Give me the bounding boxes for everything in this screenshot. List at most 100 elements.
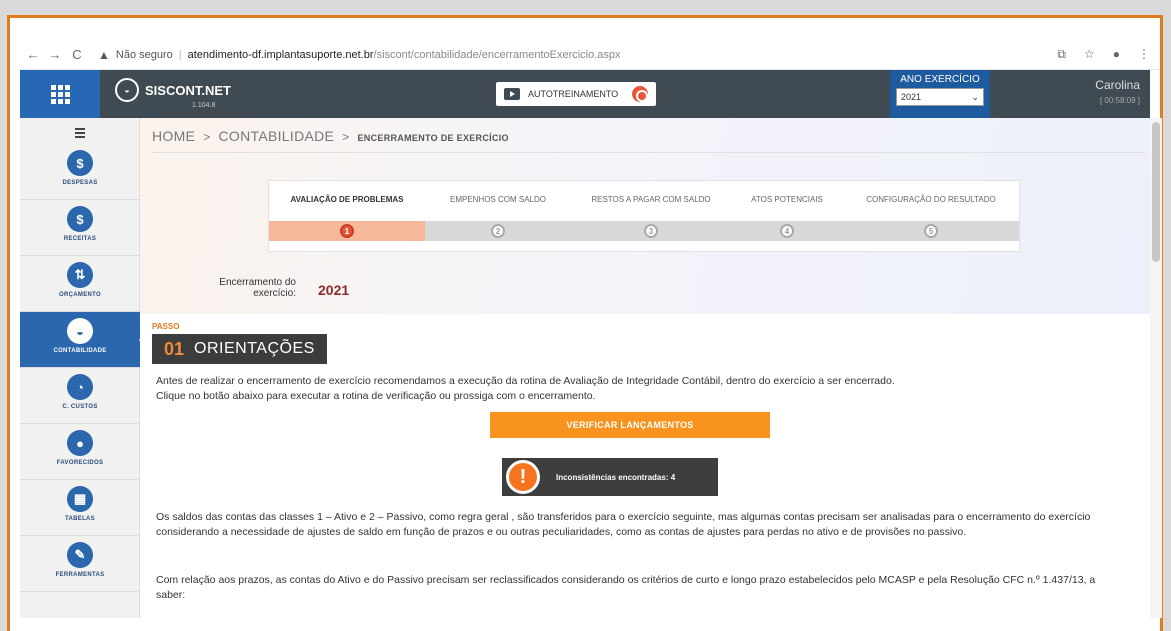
autotreinamento-button[interactable]: AUTOTREINAMENTO: [496, 82, 656, 106]
notification-icon: [632, 86, 648, 102]
sidebar-item-tabelas[interactable]: ▦ TABELAS: [20, 480, 140, 536]
wizard-step-3[interactable]: RESTOS A PAGAR COM SALDO 3: [571, 181, 731, 251]
sidebar-item-label: CONTABILIDADE: [53, 348, 107, 354]
warning-icon: ▲: [98, 47, 110, 62]
play-icon: [504, 88, 520, 100]
url-host: atendimento-df.implantasuporte.net.br: [187, 48, 374, 61]
user-icon: ●: [67, 430, 93, 456]
wrench-icon: ✎: [67, 542, 93, 568]
verificar-lancamentos-button[interactable]: VERIFICAR LANÇAMENTOS: [490, 412, 770, 438]
sidebar-item-receitas[interactable]: $ RECEITAS: [20, 200, 140, 256]
sidebar-item-label: DESPESAS: [62, 180, 98, 186]
step-number: 01: [164, 338, 185, 359]
wizard-step-number: 5: [924, 224, 938, 238]
wizard-step-label: RESTOS A PAGAR COM SALDO: [591, 195, 711, 204]
wizard-step-label: AVALIAÇÃO DE PROBLEMAS: [290, 195, 404, 204]
app-name: SISCONT.NET: [145, 82, 231, 98]
ano-exercicio-select[interactable]: 2021 ⌄: [896, 88, 984, 106]
app-version: 1.104.8: [192, 102, 216, 109]
encerramento-label-line1: Encerramento do: [219, 277, 296, 288]
transfer-icon: ⇅: [67, 262, 93, 288]
more-menu-icon[interactable]: ⋮: [1138, 47, 1150, 62]
ano-exercicio-box: ANO EXERCÍCIO 2021 ⌄: [890, 70, 990, 118]
apps-grid-button[interactable]: [20, 70, 100, 118]
sidebar-item-label: RECEITAS: [63, 236, 97, 242]
profile-icon[interactable]: ●: [1113, 47, 1120, 62]
saldos-paragraph: Os saldos das contas das classes 1 – Ati…: [156, 511, 1091, 539]
sidebar-item-label: FAVORECIDOS: [56, 460, 104, 466]
app-topbar: ◒ SISCONT.NET 1.104.8 AUTOTREINAMENTO AN…: [20, 70, 1150, 118]
reload-icon[interactable]: C: [68, 47, 86, 62]
wizard-step-label: EMPENHOS COM SALDO: [449, 195, 546, 204]
ano-exercicio-value: 2021: [901, 92, 922, 102]
breadcrumb-current: ENCERRAMENTO DE EXERCÍCIO: [357, 133, 509, 143]
breadcrumb: HOME > CONTABILIDADE > ENCERRAMENTO DE E…: [152, 128, 509, 144]
sidebar-item-label: TABELAS: [65, 516, 95, 522]
logo-hand-icon: ◒: [115, 78, 139, 102]
encerramento-label-line2: exercício:: [253, 287, 296, 299]
app-logo[interactable]: ◒ SISCONT.NET: [115, 78, 231, 102]
breadcrumb-divider: [152, 152, 1146, 153]
encerramento-year: 2021: [318, 282, 350, 298]
inconsistencias-text: Inconsistências encontradas: 4: [556, 472, 676, 482]
security-label: Não seguro: [115, 48, 173, 61]
session-timer: [ 00:58:09 ]: [1099, 96, 1140, 105]
encerramento-label: Encerramento do exercício:: [196, 277, 296, 299]
inconsistencias-badge[interactable]: ! Inconsistências encontradas: 4: [502, 458, 718, 496]
url-path: /siscont/contabilidade/encerramentoExerc…: [373, 48, 621, 61]
sidebar-item-favorecidos[interactable]: ● FAVORECIDOS: [20, 424, 140, 480]
chevron-down-icon: ⌄: [971, 91, 979, 102]
sidebar-item-label: ORÇAMENTO: [59, 292, 101, 298]
table-icon: ▦: [67, 486, 93, 512]
wizard-step-1[interactable]: AVALIAÇÃO DE PROBLEMAS 1: [269, 181, 425, 251]
breadcrumb-separator: >: [342, 130, 350, 144]
wizard-step-number: 3: [644, 224, 658, 238]
share-icon[interactable]: ⧉: [1057, 47, 1066, 62]
bookmark-star-icon[interactable]: ☆: [1084, 47, 1095, 62]
back-icon[interactable]: ←: [24, 47, 42, 62]
money-icon: $: [67, 150, 93, 176]
scrollbar-thumb[interactable]: [1152, 122, 1160, 262]
money-icon: $: [67, 206, 93, 232]
sidebar-item-label: C. CUSTOS: [62, 404, 98, 410]
wizard-step-4[interactable]: ATOS POTENCIAIS 4: [731, 181, 843, 251]
sidebar-item-c-custos[interactable]: ◔ C. CUSTOS: [20, 368, 140, 424]
wizard-step-5[interactable]: CONFIGURAÇÃO DO RESULTADO 5: [843, 181, 1019, 251]
sidebar-item-ferramentas[interactable]: ✎ FERRAMENTAS: [20, 536, 140, 592]
section-title: ORIENTAÇÕES: [194, 340, 315, 357]
wizard-stepper: AVALIAÇÃO DE PROBLEMAS 1 EMPENHOS COM SALD…: [268, 180, 1020, 252]
sidebar-item-despesas[interactable]: $ DESPESAS: [20, 144, 140, 200]
user-info[interactable]: Carolina [ 00:58:09 ]: [1095, 78, 1140, 105]
prazos-paragraph: Com relação aos prazos, as contas do Ati…: [156, 574, 1096, 602]
autotreinamento-label: AUTOTREINAMENTO: [528, 89, 619, 99]
intro-line-1: Antes de realizar o encerramento de exer…: [156, 375, 895, 387]
section-header: 01 ORIENTAÇÕES: [152, 334, 327, 364]
intro-line-2: Clique no botão abaixo para executar a r…: [156, 390, 596, 403]
exclamation-icon: !: [506, 460, 540, 494]
grid-icon: [50, 84, 70, 104]
intro-text: Antes de realizar o encerramento de exer…: [156, 374, 1116, 404]
breadcrumb-home[interactable]: HOME: [152, 128, 195, 144]
pie-icon: ◔: [67, 374, 93, 400]
breadcrumb-separator: >: [203, 130, 211, 144]
browser-toolbar: ← → C ▲ Não seguro | atendimento-df.impl…: [20, 40, 1160, 70]
ano-exercicio-label: ANO EXERCÍCIO: [900, 74, 980, 85]
address-bar[interactable]: ▲ Não seguro | atendimento-df.implantasu…: [98, 48, 621, 62]
wizard-step-number: 4: [780, 224, 794, 238]
vertical-scrollbar[interactable]: [1150, 118, 1162, 618]
sidebar-item-contabilidade[interactable]: ◒ CONTABILIDADE: [20, 312, 148, 368]
breadcrumb-section[interactable]: CONTABILIDADE: [219, 128, 335, 144]
wizard-step-2[interactable]: EMPENHOS COM SALDO 2: [425, 181, 571, 251]
passo-label: PASSO: [152, 322, 180, 331]
sidebar-item-or-amento[interactable]: ⇅ ORÇAMENTO: [20, 256, 140, 312]
user-name: Carolina: [1095, 78, 1140, 92]
wizard-step-number: 2: [491, 224, 505, 238]
hero-section: HOME > CONTABILIDADE > ENCERRAMENTO DE E…: [140, 118, 1150, 314]
sidebar-item-label: FERRAMENTAS: [55, 572, 105, 578]
forward-icon[interactable]: →: [46, 47, 64, 62]
url-separator: |: [178, 48, 182, 61]
hamburger-icon[interactable]: [75, 128, 85, 140]
sidebar: $ DESPESAS $ RECEITAS ⇅ ORÇAMENTO ◒ CONTABILIDA…: [20, 118, 148, 618]
wizard-step-label: CONFIGURAÇÃO DO RESULTADO: [866, 195, 996, 204]
hand-coin-icon: ◒: [67, 318, 93, 344]
